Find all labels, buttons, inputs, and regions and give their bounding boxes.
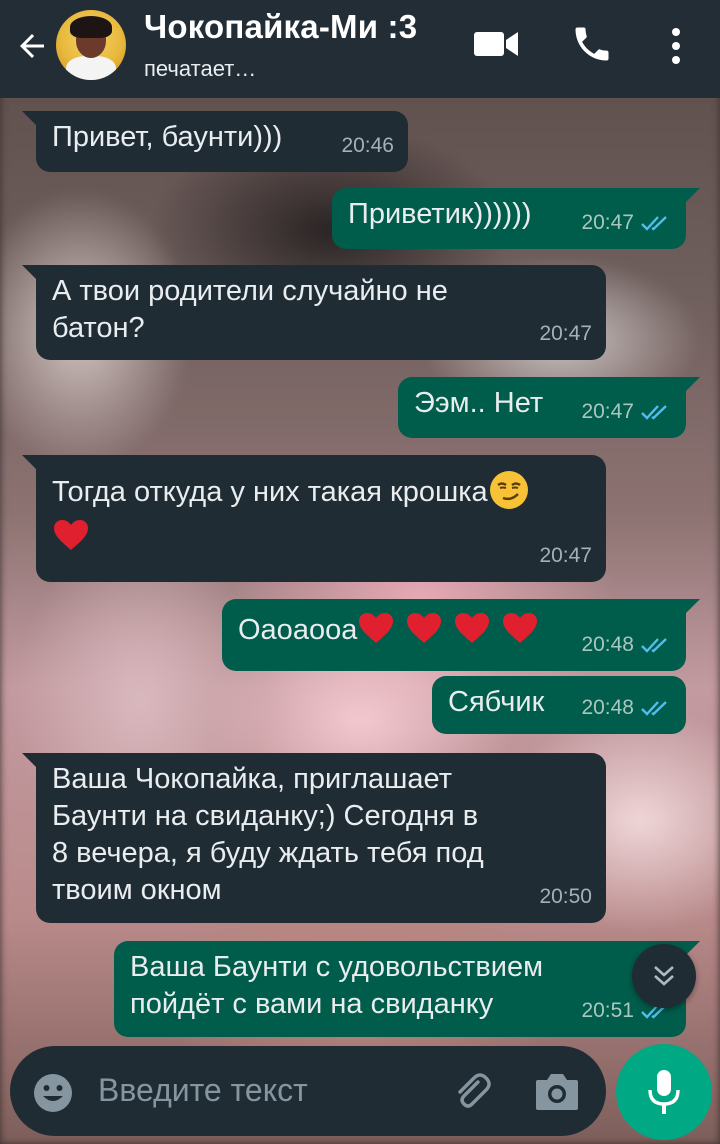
mic-icon xyxy=(648,1070,680,1114)
message-time: 20:46 xyxy=(341,134,394,157)
red-heart-emoji-icon xyxy=(54,520,88,550)
message-time: 20:48 xyxy=(581,633,634,656)
read-ticks-icon xyxy=(641,700,667,716)
message-text: А твои родители случайно не батон? xyxy=(52,275,448,344)
emoji-icon[interactable] xyxy=(32,1072,74,1114)
back-arrow-icon[interactable] xyxy=(14,28,50,64)
message-meta: 20:48 xyxy=(581,689,672,726)
red-heart-emoji-icon xyxy=(455,613,490,643)
red-heart-emoji-icon xyxy=(407,613,442,643)
message-meta: 20:47 xyxy=(581,204,672,241)
read-ticks-icon xyxy=(641,637,667,653)
message-incoming[interactable]: Привет, баунти))) 20:46 xyxy=(22,111,408,172)
contact-name[interactable]: Чокопайка-Ми :3 xyxy=(144,8,417,46)
message-meta: 20:50 xyxy=(539,878,592,915)
more-options-icon[interactable] xyxy=(664,26,688,66)
message-time: 20:47 xyxy=(581,400,634,423)
read-ticks-icon xyxy=(641,404,667,420)
message-meta: 20:46 xyxy=(341,127,394,164)
message-time: 20:48 xyxy=(581,696,634,719)
typing-status: печатает… xyxy=(144,56,257,81)
message-text: Тогда откуда у них такая крошка xyxy=(52,469,590,559)
message-outgoing[interactable]: Приветик)))))) 20:47 xyxy=(332,188,700,249)
red-heart-emoji-icon xyxy=(359,613,394,643)
message-outgoing[interactable]: Ээм.. Нет 20:47 xyxy=(398,377,700,438)
voice-record-button[interactable] xyxy=(616,1044,712,1140)
message-meta: 20:47 xyxy=(581,393,672,430)
message-input[interactable]: Введите текст xyxy=(98,1072,308,1109)
message-incoming[interactable]: Ваша Чокопайка, приглашает Баунти на сви… xyxy=(22,753,606,923)
message-meta: 20:47 xyxy=(539,315,592,352)
message-text: Ваша Чокопайка, приглашает Баунти на сви… xyxy=(52,763,484,906)
red-heart-emoji-icon xyxy=(503,613,538,643)
attach-icon[interactable] xyxy=(448,1068,496,1116)
message-outgoing[interactable]: Сябчик 20:48 xyxy=(432,676,686,734)
video-call-icon[interactable] xyxy=(474,28,520,60)
camera-icon[interactable] xyxy=(534,1070,580,1112)
message-time: 20:50 xyxy=(539,885,592,908)
message-time: 20:51 xyxy=(581,999,634,1022)
message-time: 20:47 xyxy=(539,544,592,567)
message-outgoing[interactable]: Оаоаооа 20:48 xyxy=(222,599,700,671)
phone-icon[interactable] xyxy=(570,22,614,66)
avatar[interactable] xyxy=(56,10,126,80)
smirking-face-emoji-icon xyxy=(489,471,528,509)
scroll-to-bottom-button[interactable] xyxy=(632,944,696,1008)
message-text-body: Тогда откуда у них такая крошка xyxy=(52,476,488,508)
message-time: 20:47 xyxy=(581,211,634,234)
message-composer[interactable]: Введите текст xyxy=(10,1046,606,1136)
read-ticks-icon xyxy=(641,215,667,231)
double-chevron-down-icon xyxy=(654,966,674,986)
message-outgoing[interactable]: Ваша Баунти с удовольствием пойдёт с вам… xyxy=(114,941,700,1037)
message-meta: 20:47 xyxy=(539,537,592,574)
message-incoming[interactable]: Тогда откуда у них такая крошка 20:47 xyxy=(22,455,606,582)
message-time: 20:47 xyxy=(539,322,592,345)
chat-header: Чокопайка-Ми :3 печатает… xyxy=(0,0,720,98)
message-text-body: Оаоаооа xyxy=(238,614,358,646)
message-meta: 20:48 xyxy=(581,626,672,663)
message-incoming[interactable]: А твои родители случайно не батон? 20:47 xyxy=(22,265,606,360)
